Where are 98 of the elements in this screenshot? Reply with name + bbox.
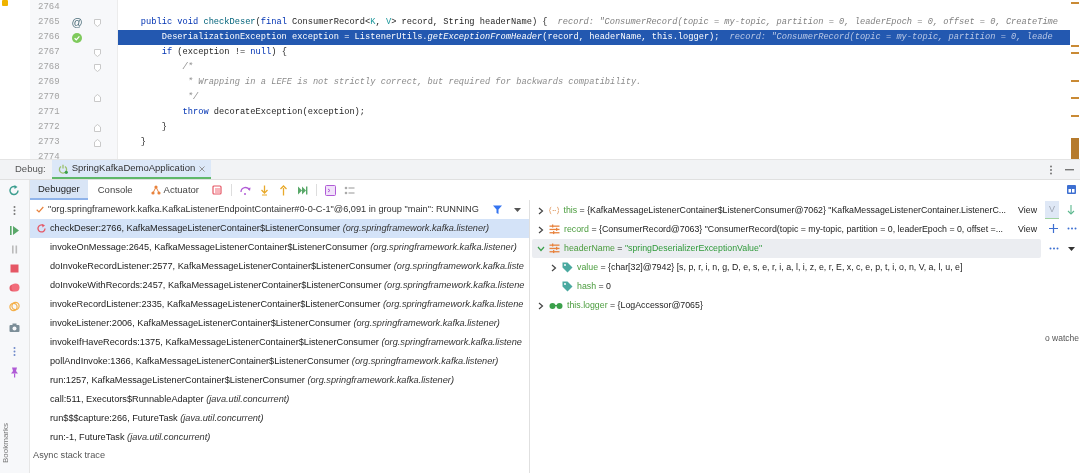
debugger-tab[interactable]: Actuator: [142, 180, 207, 200]
variable-row[interactable]: headerName = "springDeserializerExceptionValue": [532, 239, 1041, 258]
arrow-down-icon[interactable]: [1067, 205, 1075, 215]
code-line: /*: [181, 60, 194, 74]
fold-icon[interactable]: [94, 138, 102, 147]
code-line: }: [139, 135, 148, 149]
line-number: 2773: [37, 135, 60, 149]
breakpoints-icon[interactable]: [9, 282, 20, 293]
stack-frame[interactable]: pollAndInvoke:1366, KafkaMessageListenerContainer$ListenerConsumer (org.springframework.kafka.listener): [30, 352, 529, 371]
line-number: 2770: [37, 90, 60, 104]
section-header: Async stack trace: [32, 448, 106, 462]
variable-value: headerName = "springDeserializerExceptionValue": [564, 241, 763, 255]
variable-value: this.logger = {LogAccessor@7065}: [567, 298, 703, 312]
network-icon: [150, 185, 161, 195]
variable-value: record = {ConsumerRecord@7063} "ConsumerRecord(topic = my-topic, partition = 0, leaderEpoch = 0, offset =...: [564, 222, 1004, 236]
add-icon[interactable]: [1049, 224, 1058, 233]
tag-icon: [562, 281, 573, 292]
step-out-icon[interactable]: [278, 184, 289, 196]
code-line: }: [160, 120, 168, 134]
stack-frame[interactable]: doInvokeWithRecords:2457, KafkaMessageListenerContainer$ListenerConsumer (org.springframework.kafka.listene: [30, 276, 529, 295]
stack-frame[interactable]: invokeOnMessage:2645, KafkaMessageListenerContainer$ListenerConsumer (org.springframework.kafka.listener): [30, 238, 529, 257]
variable-row[interactable]: this.logger = {LogAccessor@7065}: [532, 296, 1041, 315]
variable-row[interactable]: record = {ConsumerRecord@7063} "ConsumerRecord(topic = my-topic, partition = 0, leaderEpoch = 0, offset =... View: [532, 220, 1041, 239]
variable-value: hash = 0: [577, 279, 611, 293]
more-icon[interactable]: [1067, 227, 1077, 230]
run-to-cursor-icon[interactable]: [297, 184, 308, 196]
annotation-icon: @: [71, 17, 83, 28]
more-icon[interactable]: [1049, 247, 1059, 250]
more-icon[interactable]: [1049, 164, 1053, 175]
line-number: 2774: [37, 150, 60, 159]
field-icon: [549, 243, 560, 254]
step-over-icon[interactable]: [240, 184, 251, 196]
variable-row[interactable]: this = {KafkaMessageListenerContainer$ListenerConsumer@7062} "KafkaMessageListenerContainer.ListenerC... View: [532, 201, 1041, 220]
filter-icon[interactable]: [493, 205, 502, 214]
stack-frame[interactable]: doInvokeRecordListener:2577, KafkaMessageListenerContainer$ListenerConsumer (org.springframework.kafka.liste: [30, 257, 529, 276]
line-number: 2772: [37, 120, 60, 134]
stack-frame[interactable]: run:-1, FutureTask (java.util.concurrent): [30, 428, 529, 447]
step-into-icon[interactable]: [259, 184, 270, 196]
stop-icon[interactable]: [9, 263, 20, 274]
view-link[interactable]: View: [1018, 222, 1037, 237]
debugger-tab[interactable]: Console: [89, 180, 141, 200]
line-number: 2768: [37, 60, 60, 74]
thread-selector[interactable]: "org.springframework.kafka.KafkaListenerEndpointContainer#0-0-C-1"@6,091 in group "main": RUNNING: [48, 202, 479, 217]
variable-row[interactable]: value = {char[32]@7942} [s, p, r, i, n, g, D, e, s, e, r, i, a, l, i, z, e, r, E, x, c, e, p, t, i, o, n, V, a, l, u, e]: [532, 258, 1041, 277]
variable-value: value = {char[32]@7942} [s, p, r, i, n, g, D, e, s, e, r, i, a, l, i, z, e, r, E, x, c, e, p, t, i, o, n, V, a, l, u, e]: [577, 260, 963, 274]
view-link[interactable]: View: [1018, 203, 1037, 218]
code-line: throw decorateException(exception);: [181, 105, 367, 119]
object-icon: [549, 205, 560, 216]
field-icon: [549, 224, 560, 235]
evaluate-icon[interactable]: [325, 184, 336, 196]
dropdown-icon[interactable]: [514, 207, 521, 212]
watches-hint: o watche: [1045, 332, 1080, 345]
session-tab[interactable]: SpringKafkaDemoApplication: [51, 160, 212, 179]
code-line: */: [186, 90, 200, 104]
minimize-icon[interactable]: [1065, 168, 1074, 171]
list-icon[interactable]: [344, 184, 355, 196]
stack-frame[interactable]: invokeRecordListener:2335, KafkaMessageListenerContainer$ListenerConsumer (org.springframework.kafka.listene: [30, 295, 529, 314]
check-icon: [36, 206, 44, 213]
fold-icon[interactable]: [94, 93, 102, 102]
pin-icon[interactable]: [9, 367, 20, 378]
layout-icon[interactable]: [1067, 185, 1076, 194]
stack-frame[interactable]: invokeIfHaveRecords:1375, KafkaMessageListenerContainer$ListenerConsumer (org.springframework.kafka.listene: [30, 333, 529, 352]
fold-icon[interactable]: [94, 63, 102, 72]
camera-icon[interactable]: [9, 322, 20, 333]
code-line: if (exception != null) {: [160, 45, 288, 59]
stack-frame[interactable]: run:1257, KafkaMessageListenerContainer$ListenerConsumer (org.springframework.kafka.listener): [30, 371, 529, 390]
fold-icon[interactable]: [94, 18, 102, 27]
line-number: 2769: [37, 75, 60, 89]
pause-icon[interactable]: [9, 244, 20, 255]
fold-icon[interactable]: [94, 123, 102, 132]
debugger-tab[interactable]: Debugger: [30, 180, 88, 200]
glasses-icon: [549, 300, 563, 311]
line-number: 2771: [37, 105, 60, 119]
stack-frame[interactable]: call:511, Executors$RunnableAdapter (java.util.concurrent): [30, 390, 529, 409]
variable-row[interactable]: hash = 0: [532, 277, 1041, 296]
line-number: 2765: [37, 15, 60, 29]
fold-icon[interactable]: [94, 48, 102, 57]
resume-icon[interactable]: [9, 225, 20, 236]
debug-label: Debug:: [15, 162, 46, 177]
line-number: 2767: [37, 45, 60, 59]
rerun-icon[interactable]: [9, 185, 20, 196]
line-number: 2766: [37, 30, 60, 44]
stack-frame[interactable]: invokeListener:2006, KafkaMessageListenerContainer$ListenerConsumer (org.springframework.kafka.listener): [30, 314, 529, 333]
stack-frame[interactable]: checkDeser:2766, KafkaMessageListenerContainer$ListenerConsumer (org.springframework.kafka.listener): [30, 219, 529, 238]
stack-frame[interactable]: run$$$capture:266, FutureTask (java.util.concurrent): [30, 409, 529, 428]
show-execution-point-icon[interactable]: [212, 184, 223, 196]
power-icon: [57, 163, 68, 174]
bookmarks-tab[interactable]: Bookmarks: [0, 423, 12, 463]
line-number: 2764: [37, 0, 60, 14]
dropdown-icon[interactable]: [1068, 247, 1075, 251]
reset-frame-icon[interactable]: [37, 224, 46, 233]
close-icon[interactable]: [199, 165, 206, 172]
tag-icon: [562, 262, 573, 273]
mute-breakpoints-icon[interactable]: [9, 301, 20, 312]
variable-value: this = {KafkaMessageListenerContainer$ListenerConsumer@7062} "KafkaMessageListenerContainer.ListenerC...: [563, 203, 1007, 217]
breakpoint-check-icon[interactable]: [71, 32, 82, 43]
code-line: public void checkDeser(final ConsumerRecord<K, V> record, String headerName) { record: "ConsumerRecord(topic = my-topic, partition = 0, leaderEpoch = 0, offset = 0, CreateTime: [139, 15, 1060, 29]
code-line: * Wrapping in a LEFE is not strictly correct, but required for backwards compatibility.: [186, 75, 643, 89]
